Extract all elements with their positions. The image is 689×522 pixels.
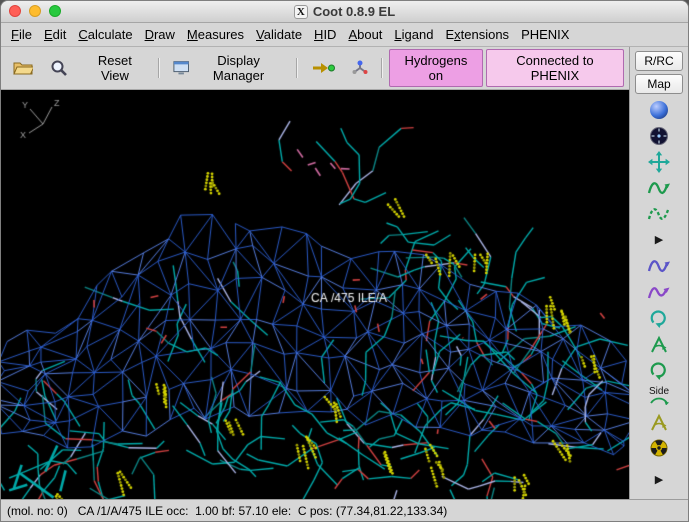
menu-draw[interactable]: Draw: [139, 24, 181, 45]
menu-measures[interactable]: Measures: [181, 24, 250, 45]
open-coordinates-button[interactable]: [6, 56, 40, 80]
edit-chi-angles-icon[interactable]: [638, 331, 680, 357]
magnifier-button[interactable]: [43, 55, 75, 81]
sphere-icon[interactable]: [638, 97, 680, 123]
traffic-lights: [9, 5, 61, 17]
toolbar-separator: [380, 58, 383, 78]
jiggle-fit-icon[interactable]: [638, 435, 680, 461]
toolbar-separator: [295, 58, 298, 78]
expander-end-icon[interactable]: ▶: [638, 467, 680, 493]
coot-window: X Coot 0.8.9 EL File Edit Calculate Draw Mea…: [0, 0, 689, 522]
regularize-zone-icon[interactable]: [638, 201, 680, 227]
titlebar: X Coot 0.8.9 EL: [1, 1, 688, 23]
left-column: Reset View Display Manager Hydrogens on …: [1, 47, 629, 515]
move-atoms-icon[interactable]: [638, 149, 680, 175]
menu-ligand[interactable]: Ligand: [388, 24, 439, 45]
main-row: Reset View Display Manager Hydrogens on …: [1, 47, 688, 515]
menu-calculate[interactable]: Calculate: [72, 24, 138, 45]
refine-regularize-control-button[interactable]: R/RC: [635, 51, 683, 71]
close-button[interactable]: [9, 5, 21, 17]
expander-more-icon[interactable]: ▶: [638, 227, 680, 253]
toolbar-separator: [157, 58, 160, 78]
flip-peptide-icon[interactable]: [638, 357, 680, 383]
menubar: File Edit Calculate Draw Measures Validate HID…: [1, 23, 688, 47]
menu-phenix[interactable]: PHENIX: [515, 24, 575, 45]
menu-hid[interactable]: HID: [308, 24, 342, 45]
window-title: X Coot 0.8.9 EL: [293, 4, 396, 19]
menu-extensions[interactable]: Extensions: [439, 24, 515, 45]
side-chain-flip-icon[interactable]: Side: [638, 383, 680, 409]
clock-face-icon[interactable]: [638, 123, 680, 149]
molecular-viewport[interactable]: [1, 90, 629, 515]
real-space-refine-icon[interactable]: [638, 175, 680, 201]
menu-about[interactable]: About: [342, 24, 388, 45]
auto-fit-rotamer-icon[interactable]: [638, 279, 680, 305]
rotate-translate-icon[interactable]: [638, 253, 680, 279]
minimize-button[interactable]: [29, 5, 41, 17]
x11-icon: X: [293, 4, 308, 19]
display-manager-button[interactable]: Display Manager: [166, 49, 290, 87]
menu-file[interactable]: File: [5, 24, 38, 45]
hydrogens-toggle-button[interactable]: Hydrogens on: [388, 49, 483, 87]
menu-edit[interactable]: Edit: [38, 24, 72, 45]
open-coordinates-icon: [13, 62, 33, 75]
sidebar-tools: ▶ Side ▶: [630, 97, 688, 499]
sidebar: R/RC Map ▶ Side ▶: [629, 47, 688, 499]
atom-info-icon: [352, 60, 368, 74]
go-to-atom-icon: [312, 63, 335, 73]
atom-info-button[interactable]: [345, 55, 375, 81]
status-text: (mol. no: 0) CA /1/A/475 ILE occ: 1.00 b…: [7, 503, 448, 518]
reset-view-label: Reset View: [97, 53, 132, 83]
zoom-window-button[interactable]: [49, 5, 61, 17]
magnifier-icon: [51, 60, 67, 76]
window-title-text: Coot 0.8.9 EL: [312, 4, 396, 19]
rotamers-icon[interactable]: [638, 305, 680, 331]
mutate-residue-icon[interactable]: [638, 409, 680, 435]
toolbar: Reset View Display Manager Hydrogens on …: [1, 47, 629, 90]
display-manager-label: Display Manager: [212, 53, 265, 83]
phenix-connection-button[interactable]: Connected to PHENIX: [485, 49, 624, 87]
go-to-atom-button[interactable]: [304, 56, 342, 80]
reset-view-button[interactable]: Reset View: [78, 49, 152, 87]
menu-validate[interactable]: Validate: [250, 24, 308, 45]
map-button[interactable]: Map: [635, 74, 683, 94]
display-manager-icon: [173, 61, 189, 75]
status-bar: (mol. no: 0) CA /1/A/475 ILE occ: 1.00 b…: [1, 499, 688, 521]
